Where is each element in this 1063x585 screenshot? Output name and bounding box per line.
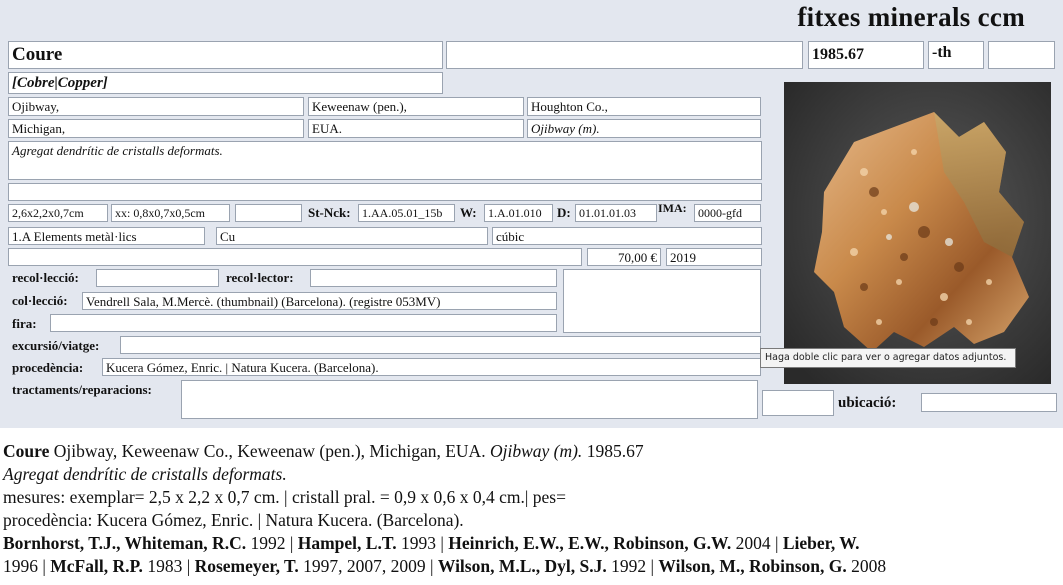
strunz-label: St-Nck: — [308, 205, 351, 220]
locality-field-2[interactable]: Keweenaw (pen.), — [308, 97, 524, 116]
summary-description: Agregat dendrític de cristalls deformats… — [3, 464, 287, 484]
locality-field-3[interactable]: Houghton Co., — [527, 97, 761, 116]
d-code-field[interactable]: 01.01.01.03 — [575, 204, 657, 222]
ima-label: IMA: — [658, 201, 687, 215]
ima-field[interactable]: 0000-gfd — [694, 204, 761, 222]
reference-year: 2008 — [846, 556, 887, 576]
recoleccio-field[interactable] — [96, 269, 219, 287]
reference-year: 2004 | — [731, 533, 783, 553]
summary-name: Coure — [3, 441, 50, 461]
reference-year: 1983 | — [142, 556, 195, 576]
colleccio-field[interactable]: Vendrell Sala, M.Mercè. (thumbnail) (Bar… — [82, 292, 557, 310]
reference-author: Wilson, M.L., Dyl, S.J. — [437, 556, 607, 576]
summary-text: Coure Ojibway, Keweenaw Co., Keweenaw (p… — [3, 440, 1061, 578]
reference-author: Hampel, L.T. — [297, 533, 397, 553]
synonyms-field[interactable]: [Cobre|Copper] — [8, 72, 443, 94]
reference-author: Wilson, M., Robinson, G. — [658, 556, 847, 576]
summary-locality: Ojibway, Keweenaw Co., Keweenaw (pen.), … — [49, 441, 490, 461]
recoleccio-label: recol·lecció: — [12, 270, 79, 285]
formula-field[interactable]: Cu — [216, 227, 488, 245]
mineral-photo[interactable] — [784, 82, 1051, 384]
reference-year: 1992 | — [246, 533, 298, 553]
notes-box[interactable] — [563, 269, 761, 333]
reference-author: Bornhorst, T.J., Whiteman, R.C. — [3, 533, 247, 553]
fira-label: fira: — [12, 316, 37, 331]
excursio-field[interactable] — [120, 336, 761, 354]
copper-mineral-photo-icon — [784, 82, 1051, 384]
specimen-size-field[interactable]: 2,6x2,2x0,7cm — [8, 204, 108, 222]
ubicacio-label: ubicació: — [838, 395, 897, 411]
price-field[interactable]: 70,00 € — [587, 248, 661, 266]
size-blank-field[interactable] — [235, 204, 302, 222]
locality-field-5[interactable]: EUA. — [308, 119, 524, 138]
suffix-field[interactable]: -th — [928, 41, 984, 69]
blank-line-field[interactable] — [8, 183, 762, 201]
extra-field[interactable] — [988, 41, 1055, 69]
ubicacio-field[interactable] — [921, 393, 1057, 412]
excursio-label: excursió/viatge: — [12, 338, 100, 353]
reference-year: 1993 | — [396, 533, 449, 553]
fira-field[interactable] — [50, 314, 557, 332]
record-form: fitxes minerals ccm Coure 1985.67 -th [C… — [0, 0, 1063, 428]
d-label: D: — [557, 205, 571, 220]
crystal-system-field[interactable]: cúbic — [492, 227, 762, 245]
summary-measures: mesures: exemplar= 2,5 x 2,2 x 0,7 cm. |… — [3, 487, 566, 507]
w-code-field[interactable]: 1.A.01.010 — [484, 204, 553, 222]
ubicacio-code-field[interactable] — [762, 390, 834, 416]
summary-provenance: procedència: Kucera Gómez, Enric. | Natu… — [3, 510, 464, 530]
notes-field[interactable] — [8, 248, 582, 266]
reference-author: McFall, R.P. — [50, 556, 143, 576]
recolector-field[interactable] — [310, 269, 557, 287]
locality-field-6[interactable]: Ojibway (m). — [527, 119, 761, 138]
reference-author: Rosemeyer, T. — [194, 556, 299, 576]
summary-number: 1985.67 — [582, 441, 644, 461]
reference-author: Lieber, W. — [782, 533, 860, 553]
reference-year: 1996 | — [3, 556, 51, 576]
tractaments-label: tractaments/reparacions: — [12, 382, 152, 397]
year-field[interactable]: 2019 — [666, 248, 762, 266]
summary-line-1: Coure Ojibway, Keweenaw Co., Keweenaw (p… — [3, 440, 1061, 463]
w-label: W: — [460, 205, 477, 220]
tractaments-field[interactable] — [181, 380, 758, 419]
locality-field-4[interactable]: Michigan, — [8, 119, 304, 138]
class-field[interactable]: 1.A Elements metàl·lics — [8, 227, 205, 245]
colleccio-label: col·lecció: — [12, 293, 68, 308]
locality-field-1[interactable]: Ojibway, — [8, 97, 304, 116]
brand-title: fitxes minerals ccm — [797, 2, 1025, 32]
blank-top-field[interactable] — [446, 41, 803, 69]
summary-locality-italic: Ojibway (m). — [489, 441, 583, 461]
references-line-2: 1996 | McFall, R.P. 1983 | Rosemeyer, T.… — [3, 555, 1061, 578]
procedencia-label: procedència: — [12, 360, 84, 375]
reference-year: 1997, 2007, 2009 | — [298, 556, 438, 576]
strunz-field[interactable]: 1.AA.05.01_15b — [358, 204, 455, 222]
reference-author: Heinrich, E.W., E.W., Robinson, G.W. — [448, 533, 732, 553]
references-line-1: Bornhorst, T.J., Whiteman, R.C. 1992 | H… — [3, 532, 1061, 555]
recolector-label: recol·lector: — [226, 270, 294, 285]
name-field[interactable]: Coure — [8, 41, 443, 69]
photo-tooltip: Haga doble clic para ver o agregar datos… — [760, 348, 1016, 368]
description-field[interactable]: Agregat dendrític de cristalls deformats… — [8, 141, 762, 180]
procedencia-field[interactable]: Kucera Gómez, Enric. | Natura Kucera. (B… — [102, 358, 761, 376]
reference-year: 1992 | — [606, 556, 659, 576]
catalog-number-field[interactable]: 1985.67 — [808, 41, 924, 69]
crystal-size-field[interactable]: xx: 0,8x0,7x0,5cm — [111, 204, 230, 222]
